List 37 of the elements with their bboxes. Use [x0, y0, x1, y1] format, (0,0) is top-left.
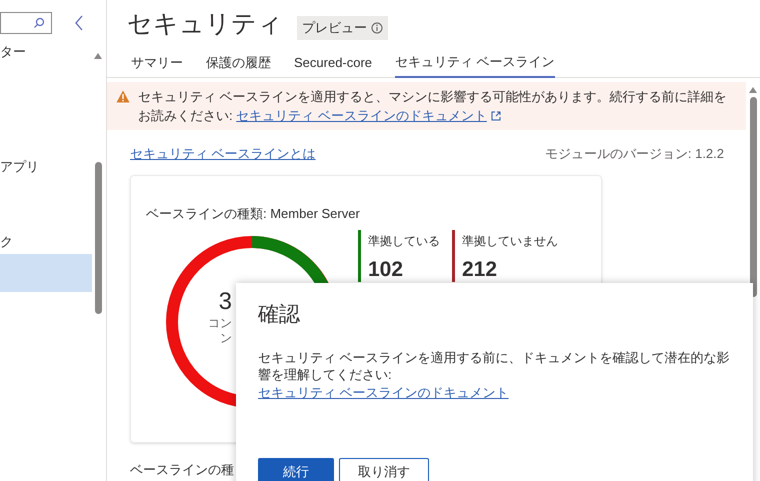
dialog-body: セキュリティ ベースラインを適用する前に、ドキュメントを確認して潜在的な影響を理解してください:	[258, 348, 731, 382]
card-title: ベースラインの種類: Member Server	[146, 205, 361, 223]
warning-text: セキュリティ ベースラインを適用すると、マシンに影響する可能性があります。続行する前に詳細をお読みください: セキュリティ ベースラインのドキュメント	[138, 88, 728, 124]
donut-value: 3	[218, 288, 232, 316]
external-link-icon	[490, 111, 501, 122]
tab[interactable]: セキュリティ ベースライン	[395, 52, 555, 78]
tab[interactable]: Secured-core	[294, 52, 372, 78]
baseline-type-label: ベースラインの種	[130, 461, 234, 479]
scroll-up-icon[interactable]	[93, 52, 103, 60]
info-link[interactable]: セキュリティ ベースラインとは	[130, 144, 316, 163]
info-icon	[371, 22, 383, 34]
page-title: セキュリティ	[127, 9, 283, 40]
sidebar-item[interactable]: アプリ	[0, 157, 92, 177]
scrollbar-thumb[interactable]	[95, 162, 102, 314]
sidebar-item[interactable]: ク	[0, 232, 92, 252]
collapse-icon[interactable]	[74, 15, 84, 31]
stat-label: 準拠している	[368, 232, 440, 250]
tab[interactable]: サマリー	[131, 52, 183, 78]
search-field[interactable]	[0, 12, 52, 34]
preview-badge: プレビュー	[297, 16, 388, 40]
module-version: モジュールのバージョン: 1.2.2	[544, 144, 724, 162]
stat-value: 102	[368, 256, 404, 282]
sidebar-item[interactable]: ター	[0, 42, 92, 62]
tab[interactable]: 保護の履歴	[206, 52, 271, 78]
search-icon	[33, 17, 45, 29]
documentation-link[interactable]: セキュリティ ベースラインのドキュメント	[258, 382, 509, 402]
stat-label: 準拠していません	[462, 232, 558, 250]
donut-caption: コン	[208, 316, 232, 330]
cancel-button[interactable]: 取り消す	[339, 458, 429, 481]
donut-caption: ン	[220, 330, 232, 346]
documentation-link[interactable]: セキュリティ ベースラインのドキュメント	[236, 108, 501, 122]
scroll-up-icon[interactable]	[748, 86, 758, 94]
warning-icon	[116, 90, 130, 102]
stat-value: 212	[462, 256, 498, 282]
dialog-title: 確認	[258, 302, 301, 328]
continue-button[interactable]: 続行	[258, 458, 334, 481]
scrollbar-thumb[interactable]	[750, 96, 756, 296]
